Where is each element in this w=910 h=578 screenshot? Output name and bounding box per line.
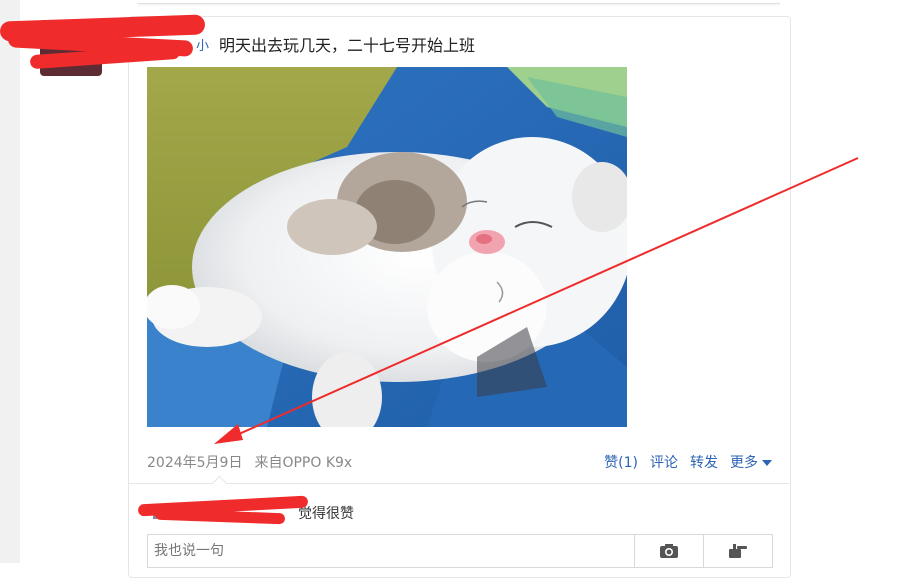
camera-button[interactable] — [634, 535, 703, 567]
repost-button[interactable]: 转发 — [690, 452, 718, 472]
post-date[interactable]: 2024年5月9日 — [147, 452, 242, 472]
comment-input[interactable] — [148, 535, 634, 567]
section-divider — [129, 483, 789, 484]
comment-button[interactable]: 评论 — [650, 452, 678, 472]
annotation-arrow — [214, 157, 859, 444]
post-actions: 赞(1) 评论 转发 更多 — [604, 452, 772, 472]
likes-suffix: 觉得很赞 — [298, 506, 354, 522]
camera-icon — [660, 544, 678, 558]
like-button[interactable]: 赞(1) — [604, 452, 638, 472]
more-label: 更多 — [730, 455, 758, 471]
hand-button[interactable] — [703, 535, 772, 567]
post-meta: 2024年5月9日 来自OPPO K9x — [147, 452, 352, 472]
hand-icon — [729, 544, 747, 558]
more-button[interactable]: 更多 — [730, 452, 772, 472]
post-source: 来自OPPO K9x — [254, 455, 353, 471]
caret-down-icon — [762, 460, 772, 466]
